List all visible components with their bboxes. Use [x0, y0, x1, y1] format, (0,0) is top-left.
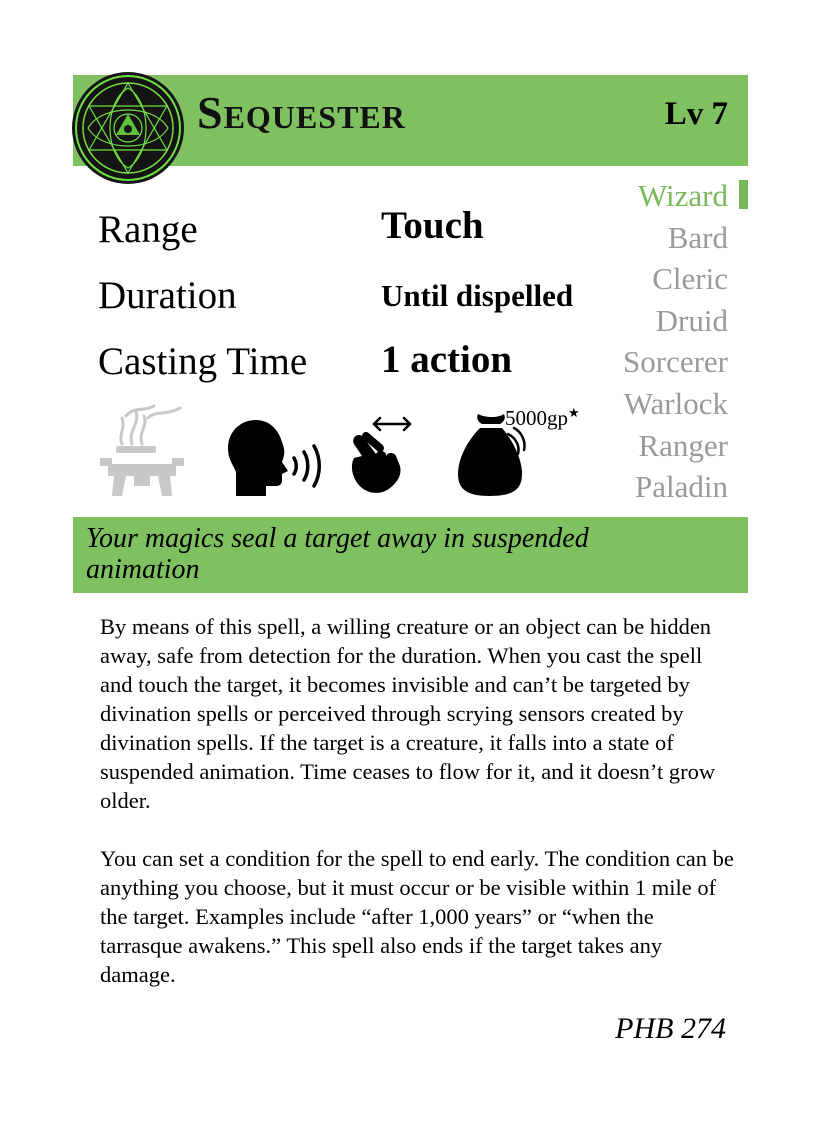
active-class-marker — [739, 180, 748, 209]
ritual-incense-icon — [96, 400, 188, 504]
spell-name: Sequester — [197, 87, 406, 138]
description-paragraph: By means of this spell, a willing creatu… — [100, 614, 716, 813]
range-value: Touch — [381, 204, 484, 247]
class-item-wizard: Wizard — [638, 178, 728, 213]
spell-description: By means of this spell, a willing creatu… — [100, 612, 740, 1018]
class-item-bard: Bard — [667, 219, 728, 255]
description-paragraph: You can set a condition for the spell to… — [100, 846, 734, 987]
somatic-hand-icon — [346, 414, 416, 502]
material-cost: 5000gp★ — [505, 405, 580, 431]
source-reference: PHB 274 — [615, 1012, 726, 1045]
class-item-druid: Druid — [655, 302, 728, 338]
class-item-paladin: Paladin — [635, 469, 728, 505]
verbal-speaking-head-icon — [226, 418, 324, 502]
class-item-sorcerer: Sorcerer — [623, 344, 728, 380]
class-item-ranger: Ranger — [638, 427, 728, 463]
material-cost-value: 5000gp — [505, 406, 568, 430]
range-label: Range — [98, 208, 198, 251]
casting-time-label: Casting Time — [98, 340, 308, 383]
class-list: Wizard Bard Cleric Druid Sorcerer Warloc… — [623, 175, 728, 508]
spell-level: Lv 7 — [664, 96, 728, 132]
material-consumed-mark: ★ — [568, 405, 580, 420]
school-seal-icon — [72, 72, 184, 184]
spell-tagline: Your magics seal a target away in suspen… — [86, 523, 589, 585]
class-item-warlock: Warlock — [623, 385, 728, 421]
duration-value: Until dispelled — [381, 278, 574, 313]
casting-time-value: 1 action — [381, 338, 513, 381]
class-item-cleric: Cleric — [652, 261, 728, 297]
duration-label: Duration — [98, 274, 237, 317]
